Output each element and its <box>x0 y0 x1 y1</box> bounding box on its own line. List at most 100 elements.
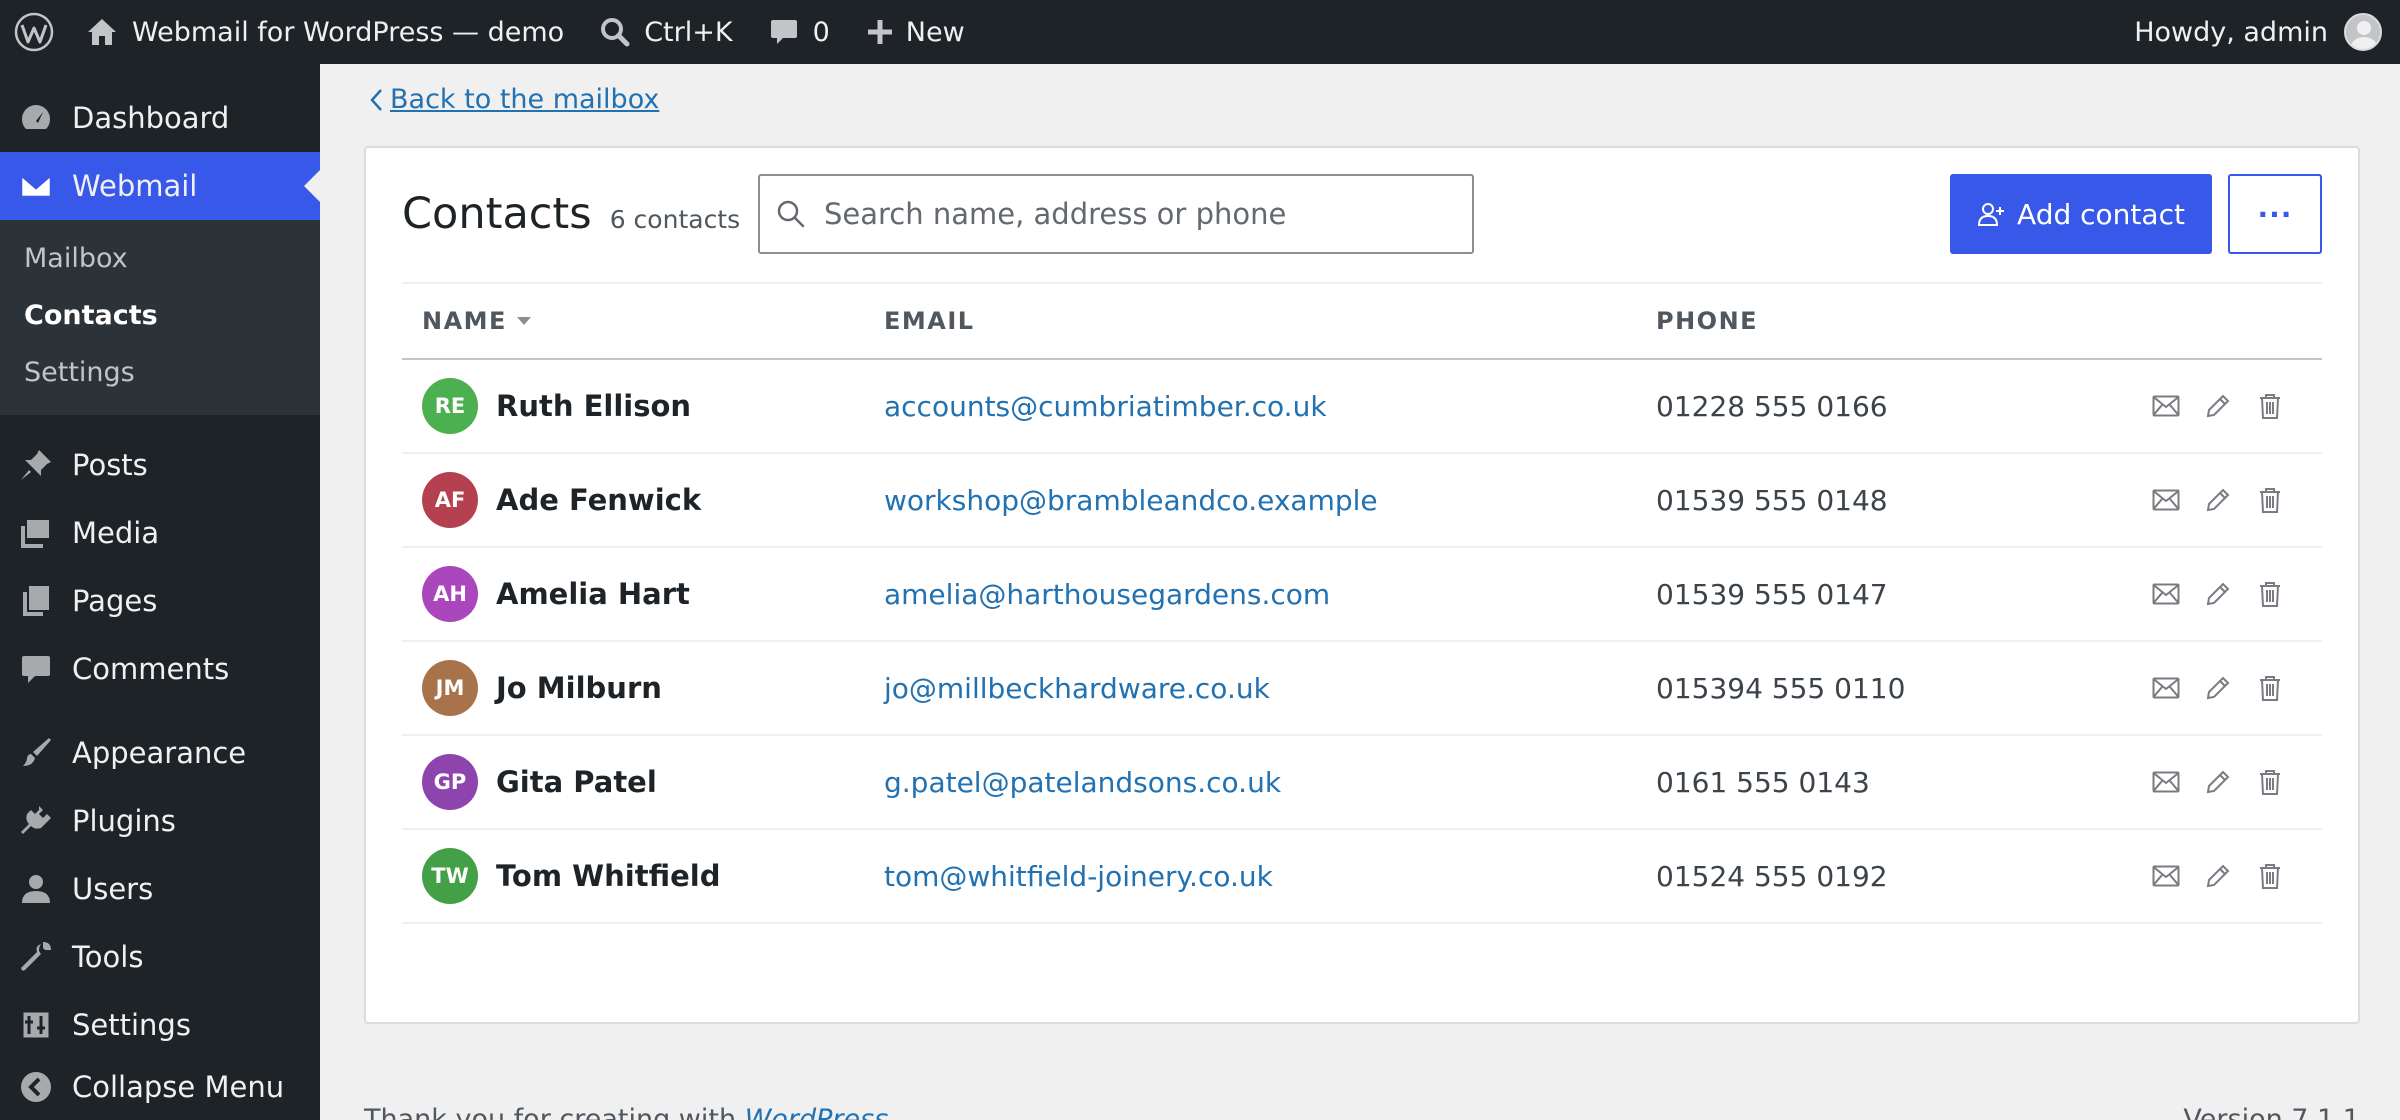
contact-phone-cell: 015394 555 0110 <box>1656 672 2116 705</box>
menu-pages-label: Pages <box>72 584 158 618</box>
contact-email-cell: g.patel@patelandsons.co.uk <box>884 766 1656 799</box>
contact-email-link[interactable]: amelia@harthousegardens.com <box>884 578 1330 611</box>
edit-contact-button[interactable] <box>2192 480 2244 520</box>
send-email-button[interactable] <box>2140 668 2192 708</box>
contact-phone-cell: 01539 555 0148 <box>1656 484 2116 517</box>
envelope-icon <box>2152 395 2180 417</box>
search-field[interactable] <box>758 174 1474 254</box>
table-header: NAME EMAIL PHONE <box>402 282 2322 360</box>
contact-email-link[interactable]: g.patel@patelandsons.co.uk <box>884 766 1281 799</box>
pencil-icon <box>2206 864 2230 888</box>
search-input[interactable] <box>824 197 1444 231</box>
avatar: AF <box>422 472 478 528</box>
avatar: RE <box>422 378 478 434</box>
contact-phone: 01228 555 0166 <box>1656 389 1888 423</box>
edit-contact-button[interactable] <box>2192 856 2244 896</box>
delete-contact-button[interactable] <box>2244 480 2296 520</box>
contact-name[interactable]: Jo Milburn <box>496 671 662 705</box>
delete-contact-button[interactable] <box>2244 856 2296 896</box>
delete-contact-button[interactable] <box>2244 668 2296 708</box>
menu-settings[interactable]: Settings <box>0 991 320 1059</box>
menu-posts-label: Posts <box>72 448 148 482</box>
contact-phone-cell: 01524 555 0192 <box>1656 860 2116 893</box>
menu-plugins[interactable]: Plugins <box>0 787 320 855</box>
account-menu[interactable]: Howdy, admin <box>2134 13 2400 51</box>
collapse-menu-button[interactable]: Collapse Menu <box>0 1059 320 1115</box>
contact-email-link[interactable]: workshop@brambleandco.example <box>884 484 1378 517</box>
submenu-contacts[interactable]: Contacts <box>0 287 320 344</box>
wordpress-logo-button[interactable] <box>0 0 68 64</box>
trash-icon <box>2260 582 2280 607</box>
menu-comments[interactable]: Comments <box>0 635 320 703</box>
contact-phone: 01524 555 0192 <box>1656 859 1888 893</box>
contact-email-link[interactable]: tom@whitfield-joinery.co.uk <box>884 860 1273 893</box>
menu-webmail[interactable]: Webmail <box>0 152 320 220</box>
contact-name[interactable]: Amelia Hart <box>496 577 690 611</box>
dashboard-icon <box>18 100 54 136</box>
contact-email-link[interactable]: accounts@cumbriatimber.co.uk <box>884 390 1327 423</box>
howdy-text: Howdy, admin <box>2134 16 2328 48</box>
envelope-icon <box>2152 865 2180 887</box>
contact-email-link[interactable]: jo@millbeckhardware.co.uk <box>884 672 1270 705</box>
send-email-button[interactable] <box>2140 386 2192 426</box>
table-row: RE Ruth Ellison accounts@cumbriatimber.co.… <box>402 360 2322 454</box>
menu-users[interactable]: Users <box>0 855 320 923</box>
menu-tools[interactable]: Tools <box>0 923 320 991</box>
more-options-button[interactable]: ··· <box>2228 174 2322 254</box>
search-shortcut: Ctrl+K <box>644 16 733 48</box>
menu-posts[interactable]: Posts <box>0 431 320 499</box>
submenu-settings[interactable]: Settings <box>0 344 320 401</box>
add-contact-button[interactable]: Add contact <box>1950 174 2212 254</box>
admin-sidebar: Dashboard Webmail Mailbox Contacts Setti… <box>0 64 320 1120</box>
submenu-mailbox[interactable]: Mailbox <box>0 230 320 287</box>
send-email-button[interactable] <box>2140 856 2192 896</box>
edit-contact-button[interactable] <box>2192 386 2244 426</box>
contact-name[interactable]: Ade Fenwick <box>496 483 701 517</box>
footer-version: Version 7.1.1 <box>2183 1104 2360 1120</box>
delete-contact-button[interactable] <box>2244 762 2296 802</box>
new-content-button[interactable]: New <box>848 0 983 64</box>
edit-contact-button[interactable] <box>2192 574 2244 614</box>
table-row: AF Ade Fenwick workshop@brambleandco.examp… <box>402 454 2322 548</box>
menu-webmail-label: Webmail <box>72 169 198 203</box>
command-search-button[interactable]: Ctrl+K <box>582 0 750 64</box>
menu-dashboard-label: Dashboard <box>72 101 230 135</box>
edit-contact-button[interactable] <box>2192 668 2244 708</box>
column-name-header[interactable]: NAME <box>402 307 884 335</box>
contacts-table: NAME EMAIL PHONE RE Ruth Ellison accounts@… <box>402 282 2322 924</box>
menu-dashboard[interactable]: Dashboard <box>0 84 320 152</box>
contact-name-cell: AH Amelia Hart <box>402 566 884 622</box>
send-email-button[interactable] <box>2140 762 2192 802</box>
pencil-icon <box>2206 394 2230 418</box>
delete-contact-button[interactable] <box>2244 386 2296 426</box>
contact-phone-cell: 01539 555 0147 <box>1656 578 2116 611</box>
menu-media-label: Media <box>72 516 160 550</box>
menu-appearance[interactable]: Appearance <box>0 719 320 787</box>
wordpress-link[interactable]: WordPress <box>745 1104 889 1120</box>
menu-media[interactable]: Media <box>0 499 320 567</box>
comments-link[interactable]: 0 <box>751 0 848 64</box>
comments-count: 0 <box>812 16 830 48</box>
column-name-label: NAME <box>422 307 507 335</box>
pencil-icon <box>2206 582 2230 606</box>
avatar: TW <box>422 848 478 904</box>
envelope-icon <box>2152 771 2180 793</box>
contact-email-cell: accounts@cumbriatimber.co.uk <box>884 390 1656 423</box>
menu-pages[interactable]: Pages <box>0 567 320 635</box>
pin-icon <box>18 447 54 483</box>
back-to-mailbox-link[interactable]: Back to the mailbox <box>368 84 659 115</box>
send-email-button[interactable] <box>2140 574 2192 614</box>
delete-contact-button[interactable] <box>2244 574 2296 614</box>
send-email-button[interactable] <box>2140 480 2192 520</box>
contact-name[interactable]: Tom Whitfield <box>496 859 720 893</box>
pencil-icon <box>2206 770 2230 794</box>
trash-icon <box>2260 864 2280 889</box>
edit-contact-button[interactable] <box>2192 762 2244 802</box>
contact-phone: 015394 555 0110 <box>1656 671 1906 705</box>
envelope-icon <box>2152 489 2180 511</box>
contact-phone: 01539 555 0147 <box>1656 577 1888 611</box>
contact-name[interactable]: Ruth Ellison <box>496 389 691 423</box>
add-user-icon <box>1978 203 2005 226</box>
contact-name[interactable]: Gita Patel <box>496 765 657 799</box>
site-name-link[interactable]: Webmail for WordPress — demo <box>68 0 582 64</box>
